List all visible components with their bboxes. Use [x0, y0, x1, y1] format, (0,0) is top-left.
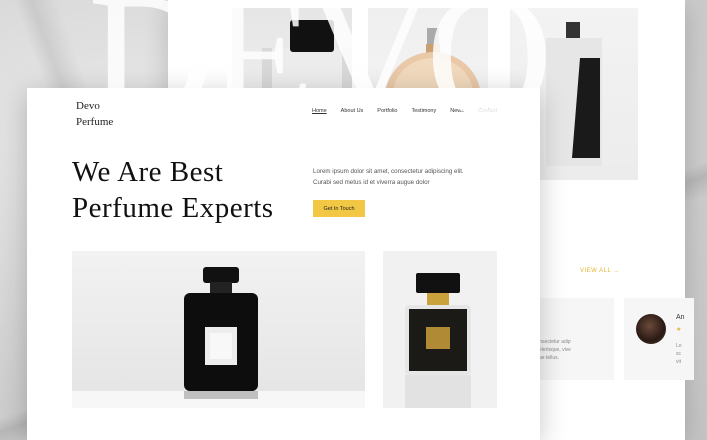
perfume-photo-black-bottle	[72, 251, 365, 408]
testimonial-card-2: An ★ Lo sc vit	[624, 298, 694, 380]
hero-headline: We Are Best Perfume Experts	[72, 156, 274, 224]
devo-watermark: DEVO	[88, 0, 553, 153]
avatar	[636, 314, 666, 344]
hero-intro-text: Lorem ipsum dolor sit amet, consectetur …	[313, 168, 464, 186]
view-all-link[interactable]: VIEW ALL →	[580, 268, 620, 274]
testimonial-card-1: consectetur adip scelerisque, vive vitae…	[528, 298, 614, 380]
get-in-touch-button[interactable]: Get In Touch	[313, 200, 365, 217]
testimonial-name: An	[676, 314, 685, 321]
rating-star-icon: ★	[676, 327, 682, 333]
testimonial-text-2: Lo sc vit	[676, 343, 682, 365]
perfume-photo-gold-bottle	[383, 251, 497, 408]
